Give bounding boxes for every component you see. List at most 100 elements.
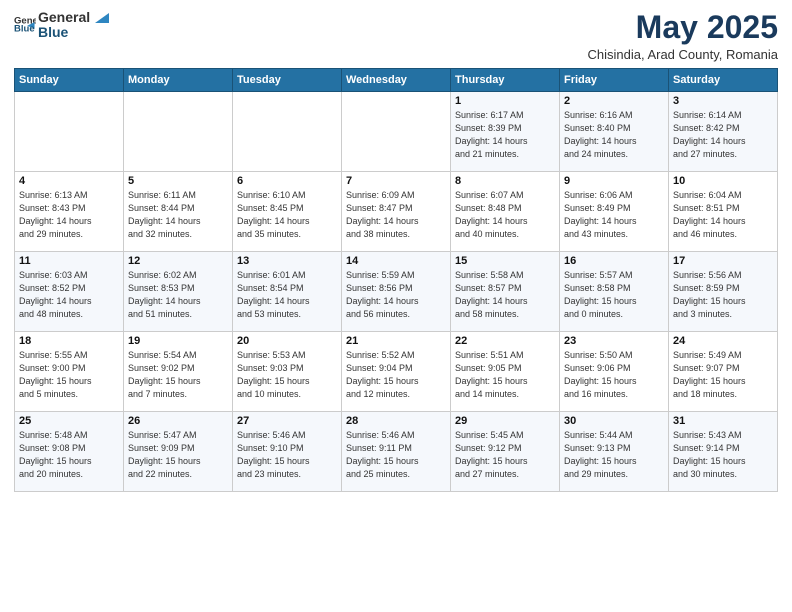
header-sunday: Sunday [15,69,124,92]
day-number: 6 [237,175,337,187]
day-info: Sunrise: 5:52 AM Sunset: 9:04 PM Dayligh… [346,349,446,401]
day-cell: 24 Sunrise: 5:49 AM Sunset: 9:07 PM Dayli… [669,332,778,412]
day-cell: 5Sunrise: 6:11 AM Sunset: 8:44 PM Daylig… [124,172,233,252]
day-cell [15,92,124,172]
day-number: 18 [19,335,119,347]
day-cell: 14 Sunrise: 5:59 AM Sunset: 8:56 PM Dayli… [342,252,451,332]
day-cell [233,92,342,172]
day-number: 14 [346,255,446,267]
header-thursday: Thursday [451,69,560,92]
day-number: 2 [564,95,664,107]
day-info: Sunrise: 5:53 AM Sunset: 9:03 PM Dayligh… [237,349,337,401]
day-cell: 25 Sunrise: 5:48 AM Sunset: 9:08 PM Dayli… [15,412,124,492]
day-info: Sunrise: 6:03 AM Sunset: 8:52 PM Dayligh… [19,269,119,321]
day-cell: 7 Sunrise: 6:09 AM Sunset: 8:47 PM Daylig… [342,172,451,252]
day-cell: 13 Sunrise: 6:01 AM Sunset: 8:54 PM Dayli… [233,252,342,332]
day-cell: 12Sunrise: 6:02 AM Sunset: 8:53 PM Dayli… [124,252,233,332]
day-info: Sunrise: 5:46 AM Sunset: 9:10 PM Dayligh… [237,429,337,481]
day-info: Sunrise: 5:50 AM Sunset: 9:06 PM Dayligh… [564,349,664,401]
day-info: Sunrise: 6:06 AM Sunset: 8:49 PM Dayligh… [564,189,664,241]
day-number: 26 [128,415,228,427]
day-info: Sunrise: 5:46 AM Sunset: 9:11 PM Dayligh… [346,429,446,481]
day-info: Sunrise: 6:01 AM Sunset: 8:54 PM Dayligh… [237,269,337,321]
day-info: Sunrise: 5:59 AM Sunset: 8:56 PM Dayligh… [346,269,446,321]
day-number: 24 [673,335,773,347]
day-info: Sunrise: 5:49 AM Sunset: 9:07 PM Dayligh… [673,349,773,401]
calendar-table: Sunday Monday Tuesday Wednesday Thursday… [14,68,778,492]
day-number: 9 [564,175,664,187]
day-cell: 31Sunrise: 5:43 AM Sunset: 9:14 PM Dayli… [669,412,778,492]
day-number: 22 [455,335,555,347]
day-cell: 30Sunrise: 5:44 AM Sunset: 9:13 PM Dayli… [560,412,669,492]
logo-general: General [38,10,109,25]
day-info: Sunrise: 5:48 AM Sunset: 9:08 PM Dayligh… [19,429,119,481]
day-number: 1 [455,95,555,107]
day-number: 29 [455,415,555,427]
day-info: Sunrise: 6:07 AM Sunset: 8:48 PM Dayligh… [455,189,555,241]
logo-blue: Blue [38,25,109,40]
logo-triangle [95,13,109,23]
day-number: 16 [564,255,664,267]
day-cell: 27 Sunrise: 5:46 AM Sunset: 9:10 PM Dayli… [233,412,342,492]
day-number: 3 [673,95,773,107]
svg-text:Blue: Blue [14,24,35,35]
day-number: 23 [564,335,664,347]
day-cell: 22 Sunrise: 5:51 AM Sunset: 9:05 PM Dayli… [451,332,560,412]
day-number: 21 [346,335,446,347]
day-cell: 9 Sunrise: 6:06 AM Sunset: 8:49 PM Daylig… [560,172,669,252]
header-tuesday: Tuesday [233,69,342,92]
day-cell: 11 Sunrise: 6:03 AM Sunset: 8:52 PM Dayli… [15,252,124,332]
day-cell: 19 Sunrise: 5:54 AM Sunset: 9:02 PM Dayli… [124,332,233,412]
day-cell: 10 Sunrise: 6:04 AM Sunset: 8:51 PM Dayli… [669,172,778,252]
day-cell: 20Sunrise: 5:53 AM Sunset: 9:03 PM Dayli… [233,332,342,412]
header-friday: Friday [560,69,669,92]
day-number: 4 [19,175,119,187]
week-row-2: 4Sunrise: 6:13 AM Sunset: 8:43 PM Daylig… [15,172,778,252]
logo-icon: General Blue [14,14,36,36]
day-info: Sunrise: 6:11 AM Sunset: 8:44 PM Dayligh… [128,189,228,241]
logo: General Blue General Blue [14,10,109,41]
day-number: 17 [673,255,773,267]
day-number: 10 [673,175,773,187]
day-number: 15 [455,255,555,267]
day-number: 25 [19,415,119,427]
day-number: 19 [128,335,228,347]
day-info: Sunrise: 6:02 AM Sunset: 8:53 PM Dayligh… [128,269,228,321]
header-saturday: Saturday [669,69,778,92]
day-info: Sunrise: 5:51 AM Sunset: 9:05 PM Dayligh… [455,349,555,401]
day-number: 11 [19,255,119,267]
title-block: May 2025 Chisindia, Arad County, Romania [587,10,778,62]
day-info: Sunrise: 5:54 AM Sunset: 9:02 PM Dayligh… [128,349,228,401]
week-row-4: 18 Sunrise: 5:55 AM Sunset: 9:00 PM Dayli… [15,332,778,412]
day-number: 8 [455,175,555,187]
day-cell: 21 Sunrise: 5:52 AM Sunset: 9:04 PM Dayli… [342,332,451,412]
day-cell: 8 Sunrise: 6:07 AM Sunset: 8:48 PM Daylig… [451,172,560,252]
day-cell: 1 Sunrise: 6:17 AM Sunset: 8:39 PM Daylig… [451,92,560,172]
day-info: Sunrise: 6:17 AM Sunset: 8:39 PM Dayligh… [455,109,555,161]
day-cell: 28Sunrise: 5:46 AM Sunset: 9:11 PM Dayli… [342,412,451,492]
day-cell: 18 Sunrise: 5:55 AM Sunset: 9:00 PM Dayli… [15,332,124,412]
calendar-title: May 2025 [587,10,778,45]
week-row-3: 11 Sunrise: 6:03 AM Sunset: 8:52 PM Dayli… [15,252,778,332]
day-info: Sunrise: 5:58 AM Sunset: 8:57 PM Dayligh… [455,269,555,321]
day-cell: 6Sunrise: 6:10 AM Sunset: 8:45 PM Daylig… [233,172,342,252]
calendar-page: General Blue General Blue May 2025 Chisi… [0,0,792,612]
day-number: 27 [237,415,337,427]
header-row: Sunday Monday Tuesday Wednesday Thursday… [15,69,778,92]
day-info: Sunrise: 6:09 AM Sunset: 8:47 PM Dayligh… [346,189,446,241]
day-cell: 17 Sunrise: 5:56 AM Sunset: 8:59 PM Dayli… [669,252,778,332]
day-cell: 4Sunrise: 6:13 AM Sunset: 8:43 PM Daylig… [15,172,124,252]
day-cell: 15 Sunrise: 5:58 AM Sunset: 8:57 PM Dayli… [451,252,560,332]
day-info: Sunrise: 5:57 AM Sunset: 8:58 PM Dayligh… [564,269,664,321]
day-number: 7 [346,175,446,187]
day-number: 13 [237,255,337,267]
day-cell: 26Sunrise: 5:47 AM Sunset: 9:09 PM Dayli… [124,412,233,492]
week-row-5: 25 Sunrise: 5:48 AM Sunset: 9:08 PM Dayli… [15,412,778,492]
day-cell [342,92,451,172]
day-cell: 23 Sunrise: 5:50 AM Sunset: 9:06 PM Dayli… [560,332,669,412]
calendar-subtitle: Chisindia, Arad County, Romania [587,47,778,62]
day-info: Sunrise: 5:44 AM Sunset: 9:13 PM Dayligh… [564,429,664,481]
day-info: Sunrise: 5:56 AM Sunset: 8:59 PM Dayligh… [673,269,773,321]
day-info: Sunrise: 5:55 AM Sunset: 9:00 PM Dayligh… [19,349,119,401]
day-info: Sunrise: 6:04 AM Sunset: 8:51 PM Dayligh… [673,189,773,241]
